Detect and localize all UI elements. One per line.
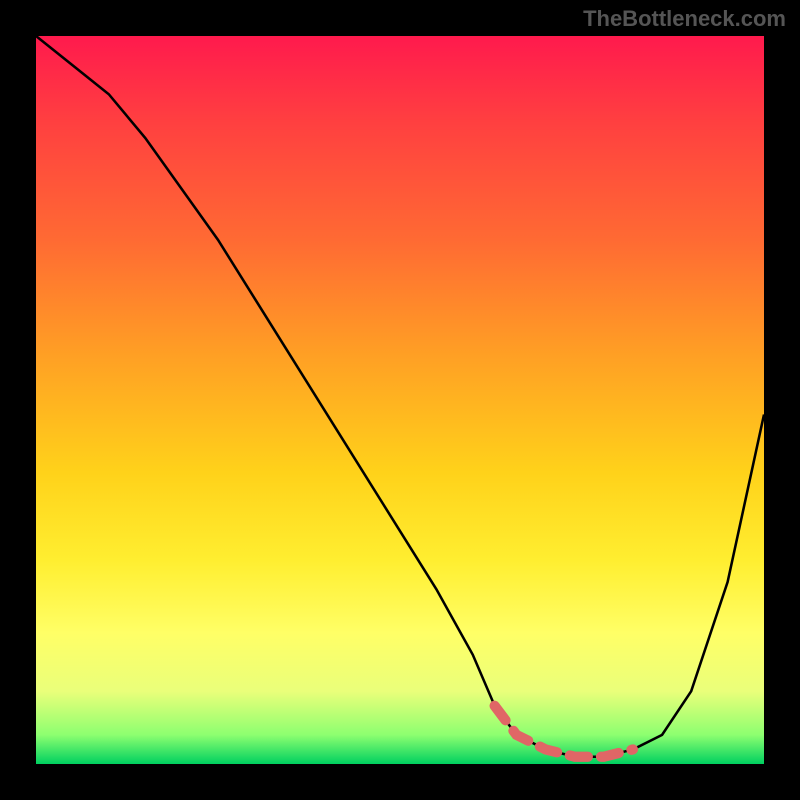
bottleneck-curve-line [36,36,764,757]
optimal-range-markers [495,706,633,757]
watermark-text: TheBottleneck.com [583,6,786,32]
bottleneck-chart [36,36,764,764]
